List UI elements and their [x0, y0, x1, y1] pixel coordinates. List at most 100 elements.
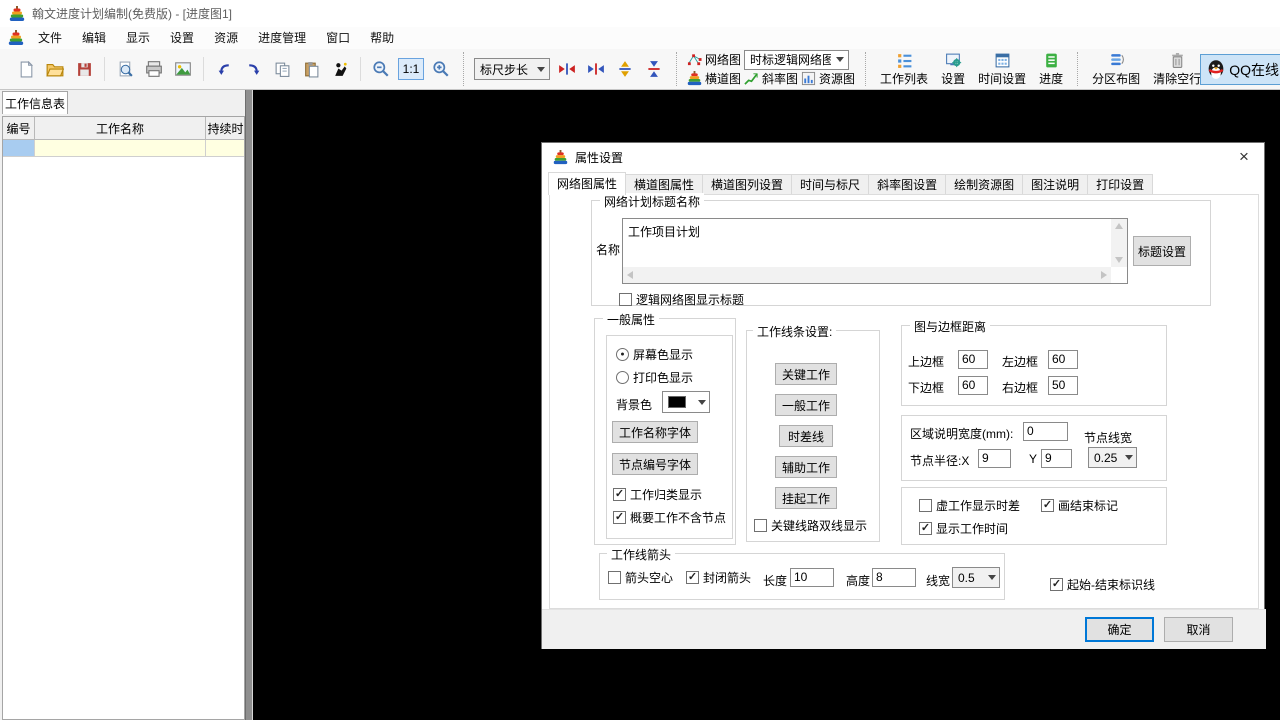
zoom-in-icon[interactable]	[429, 57, 453, 81]
menu-edit[interactable]: 编辑	[72, 27, 116, 49]
collapse-vertical-icon[interactable]	[642, 57, 666, 81]
export-image-icon[interactable]	[171, 57, 195, 81]
menu-help[interactable]: 帮助	[360, 27, 404, 49]
save-icon[interactable]	[72, 57, 96, 81]
title-settings-button[interactable]: 标题设置	[1133, 236, 1191, 266]
resource-chart-icon[interactable]	[801, 71, 816, 86]
scroll-up-icon[interactable]	[1115, 223, 1123, 229]
screen-color-radio[interactable]: ● 屏幕色显示	[616, 346, 693, 363]
new-file-icon[interactable]	[14, 57, 38, 81]
bottom-margin-input[interactable]: 60	[958, 376, 988, 395]
double-line-checkbox[interactable]: 关键线路双线显示	[754, 517, 867, 534]
network-chart-icon[interactable]	[687, 52, 702, 67]
paste-icon[interactable]	[299, 57, 323, 81]
summary-no-node-checkbox[interactable]: ✓ 概要工作不含节点	[613, 509, 726, 526]
work-time-checkbox[interactable]: ✓ 显示工作时间	[919, 520, 1008, 537]
vertical-scrollbar[interactable]	[1111, 219, 1127, 267]
duration-cell[interactable]	[206, 140, 245, 157]
scroll-down-icon[interactable]	[1115, 257, 1123, 263]
progress-button[interactable]: 进度	[1035, 52, 1067, 87]
worker-tool-icon[interactable]	[328, 57, 352, 81]
top-margin-input[interactable]: 60	[958, 350, 988, 369]
work-name-font-button[interactable]: 工作名称字体	[612, 421, 698, 443]
zoom-out-icon[interactable]	[369, 57, 393, 81]
node-line-width-select[interactable]: 0.25	[1088, 447, 1137, 468]
expand-horizontal-icon[interactable]	[555, 57, 579, 81]
print-icon[interactable]	[142, 57, 166, 81]
aux-work-button[interactable]: 辅助工作	[775, 456, 837, 478]
menu-window[interactable]: 窗口	[316, 27, 360, 49]
tab-gantt-properties[interactable]: 横道图属性	[626, 174, 703, 195]
tab-legend-notes[interactable]: 图注说明	[1023, 174, 1088, 195]
area-width-input[interactable]: 0	[1023, 422, 1068, 441]
critical-work-button[interactable]: 关键工作	[775, 363, 837, 385]
menu-view[interactable]: 显示	[116, 27, 160, 49]
tab-work-info-table[interactable]: 工作信息表	[2, 91, 68, 114]
dummy-slack-checkbox[interactable]: 虚工作显示时差	[919, 497, 1020, 514]
zoom-one-to-one-button[interactable]: 1:1	[398, 58, 424, 80]
partition-layout-button[interactable]: 分区布图	[1088, 52, 1144, 87]
cancel-button[interactable]: 取消	[1164, 617, 1233, 642]
print-color-radio[interactable]: 打印色显示	[616, 369, 693, 386]
node-number-font-button[interactable]: 节点编号字体	[612, 453, 698, 475]
time-settings-button[interactable]: 时间设置	[974, 52, 1030, 87]
network-chart-label[interactable]: 网络图	[705, 51, 741, 68]
panel-splitter[interactable]	[245, 90, 253, 720]
background-color-select[interactable]	[662, 391, 710, 413]
menu-resources[interactable]: 资源	[204, 27, 248, 49]
print-preview-icon[interactable]	[113, 57, 137, 81]
closed-arrow-checkbox[interactable]: ✓ 封闭箭头	[686, 569, 751, 586]
end-mark-checkbox[interactable]: ✓ 画结束标记	[1041, 497, 1118, 514]
arrow-height-input[interactable]: 8	[872, 568, 916, 587]
menu-file[interactable]: 文件	[28, 27, 72, 49]
copy-icon[interactable]	[270, 57, 294, 81]
arrow-length-input[interactable]: 10	[790, 568, 834, 587]
tab-print-settings[interactable]: 打印设置	[1088, 174, 1153, 195]
tab-network-properties[interactable]: 网络图属性	[548, 172, 626, 195]
start-end-marker-checkbox[interactable]: ✓ 起始-结束标识线	[1050, 576, 1155, 593]
column-header-number[interactable]: 编号	[3, 117, 35, 140]
scroll-left-icon[interactable]	[627, 271, 633, 279]
tab-resource-drawing[interactable]: 绘制资源图	[946, 174, 1023, 195]
title-name-textarea[interactable]: 工作项目计划	[622, 218, 1128, 284]
menu-progress-management[interactable]: 进度管理	[248, 27, 316, 49]
ok-button[interactable]: 确定	[1085, 617, 1154, 642]
slack-line-button[interactable]: 时差线	[779, 425, 833, 447]
work-name-cell[interactable]	[35, 140, 206, 157]
selected-cell[interactable]	[3, 140, 35, 157]
gantt-chart-icon[interactable]	[687, 71, 702, 86]
open-file-icon[interactable]	[43, 57, 67, 81]
right-margin-input[interactable]: 50	[1048, 376, 1078, 395]
gantt-chart-label[interactable]: 横道图	[705, 70, 741, 87]
normal-work-button[interactable]: 一般工作	[775, 394, 837, 416]
table-row[interactable]	[3, 140, 244, 157]
tab-gantt-columns[interactable]: 横道图列设置	[703, 174, 792, 195]
slope-chart-icon[interactable]	[744, 71, 759, 86]
redo-icon[interactable]	[241, 57, 265, 81]
suspend-work-button[interactable]: 挂起工作	[775, 487, 837, 509]
menu-settings[interactable]: 设置	[160, 27, 204, 49]
settings-button[interactable]: 设置	[937, 52, 969, 87]
resource-chart-label[interactable]: 资源图	[819, 70, 855, 87]
show-logic-title-checkbox[interactable]: 逻辑网络图显示标题	[619, 291, 744, 308]
close-icon[interactable]: ×	[1232, 145, 1256, 169]
column-header-work-name[interactable]: 工作名称	[35, 117, 206, 140]
work-classify-checkbox[interactable]: ✓ 工作归类显示	[613, 486, 702, 503]
node-radius-y-input[interactable]: 9	[1041, 449, 1072, 468]
left-margin-input[interactable]: 60	[1048, 350, 1078, 369]
work-list-button[interactable]: 工作列表	[876, 52, 932, 87]
column-header-duration[interactable]: 持续时	[206, 117, 245, 140]
qq-online-button[interactable]: QQ在线	[1200, 54, 1280, 85]
collapse-horizontal-icon[interactable]	[584, 57, 608, 81]
expand-vertical-icon[interactable]	[613, 57, 637, 81]
scroll-right-icon[interactable]	[1101, 271, 1107, 279]
slope-chart-label[interactable]: 斜率图	[762, 70, 798, 87]
hollow-arrow-checkbox[interactable]: 箭头空心	[608, 569, 673, 586]
horizontal-scrollbar[interactable]	[623, 267, 1111, 283]
arrow-line-width-select[interactable]: 0.5	[952, 567, 1000, 588]
node-radius-x-input[interactable]: 9	[978, 449, 1011, 468]
undo-icon[interactable]	[212, 57, 236, 81]
network-type-select[interactable]: 时标逻辑网络图	[744, 50, 849, 70]
tab-time-ruler[interactable]: 时间与标尺	[792, 174, 869, 195]
clear-empty-rows-button[interactable]: 清除空行	[1149, 52, 1205, 87]
